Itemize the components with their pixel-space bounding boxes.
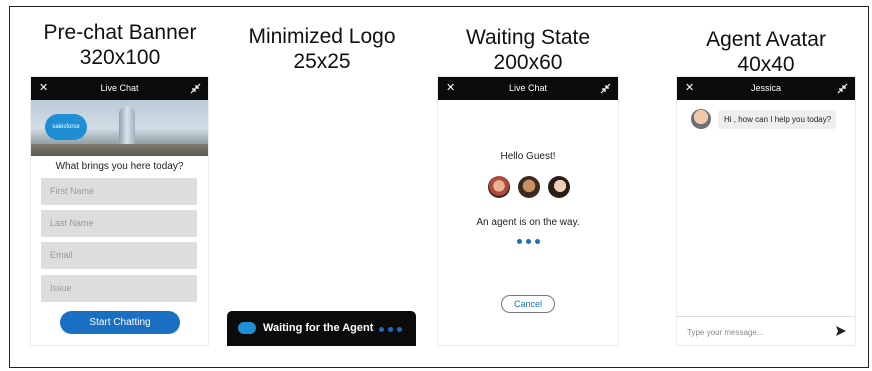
close-icon[interactable]: ✕ — [39, 77, 48, 100]
message-input[interactable] — [685, 322, 829, 342]
waiting-header: ✕ Live Chat — [438, 77, 618, 100]
agent-status-text: An agent is on the way. — [476, 217, 580, 228]
prechat-question: What brings you here today? — [55, 161, 184, 172]
agent-avatars-group — [488, 176, 578, 200]
agent-header: ✕ Jessica — [677, 77, 855, 100]
typing-dots-icon — [379, 327, 402, 332]
greeting-text: Hello Guest! — [500, 151, 556, 162]
issue-field[interactable]: Issue — [41, 275, 197, 302]
dot — [379, 327, 384, 332]
heading-waiting-title: Waiting State — [465, 26, 591, 49]
heading-agent-size: 40x40 — [737, 53, 795, 76]
last-name-field[interactable]: Last Name — [41, 210, 197, 237]
heading-minimized-size: 25x25 — [293, 50, 351, 73]
heading-agent-title: Agent Avatar — [706, 28, 826, 51]
heading-waiting-size: 200x60 — [493, 51, 563, 74]
send-icon[interactable] — [835, 325, 847, 337]
heading-prechat-title: Pre-chat Banner — [43, 21, 197, 44]
close-icon[interactable]: ✕ — [446, 77, 455, 100]
agent-avatar — [518, 176, 540, 198]
heading-waiting-state: Waiting State 200x60 — [428, 25, 628, 75]
heading-minimized-logo: Minimized Logo 25x25 — [222, 24, 422, 74]
prechat-window: ✕ Live Chat salesforce What brings you h… — [31, 77, 208, 345]
email-field[interactable]: Email — [41, 242, 197, 269]
close-icon[interactable]: ✕ — [685, 77, 694, 100]
minimize-icon[interactable] — [190, 83, 201, 94]
waiting-header-title: Live Chat — [508, 83, 548, 93]
dot — [535, 239, 540, 244]
agent-avatar — [548, 176, 570, 198]
start-chatting-button[interactable]: Start Chatting — [60, 311, 180, 334]
dot — [517, 239, 522, 244]
minimized-chat-bar[interactable]: Waiting for the Agent — [227, 311, 416, 346]
heading-prechat-size: 320x100 — [79, 46, 161, 69]
agent-name: Jessica — [750, 83, 781, 93]
dot — [526, 239, 531, 244]
agent-avatar — [691, 109, 711, 129]
prechat-header-title: Live Chat — [100, 83, 139, 93]
prechat-header: ✕ Live Chat — [31, 77, 208, 100]
ground-graphic — [31, 144, 208, 156]
heading-agent-avatar: Agent Avatar 40x40 — [666, 27, 866, 77]
dot — [397, 327, 402, 332]
minimize-icon[interactable] — [837, 83, 848, 94]
salesforce-logo: salesforce — [45, 114, 87, 140]
minimized-status-text: Waiting for the Agent — [263, 322, 374, 334]
message-composer — [677, 316, 855, 345]
prechat-banner-image: salesforce — [31, 100, 208, 156]
agent-chat-window: ✕ Jessica Hi , how can I help you today? — [677, 77, 855, 345]
minimize-icon[interactable] — [600, 83, 611, 94]
agent-avatar — [488, 176, 510, 198]
dot — [388, 327, 393, 332]
waiting-window: ✕ Live Chat Hello Guest! An agent is on … — [438, 77, 618, 345]
heading-prechat-banner: Pre-chat Banner 320x100 — [20, 20, 220, 70]
agent-message-bubble: Hi , how can I help you today? — [718, 110, 836, 129]
heading-minimized-title: Minimized Logo — [248, 25, 396, 48]
cancel-button[interactable]: Cancel — [501, 295, 555, 313]
first-name-field[interactable]: First Name — [41, 178, 197, 205]
salesforce-cloud-icon — [238, 322, 256, 334]
loading-dots-icon — [517, 239, 540, 244]
